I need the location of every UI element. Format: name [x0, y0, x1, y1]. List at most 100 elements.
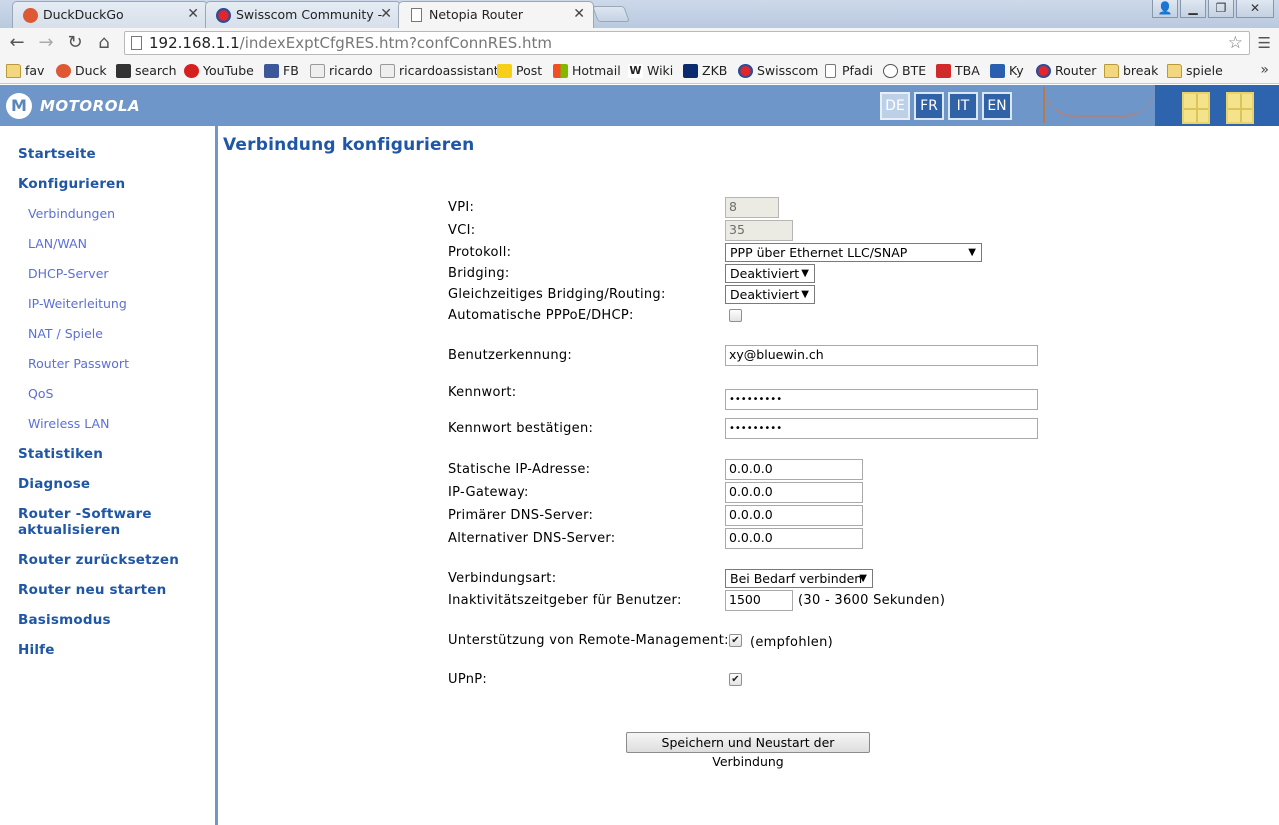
folder-icon — [1167, 64, 1182, 78]
close-tab-icon[interactable]: ✕ — [573, 6, 585, 22]
nav-diagnose[interactable]: Diagnose — [18, 476, 90, 492]
vpi-field[interactable]: 8 — [725, 197, 779, 218]
upnp-checkbox[interactable]: ✔ — [729, 673, 742, 686]
bookmark-zkb[interactable]: ZKB — [683, 62, 727, 80]
username-field[interactable]: xy@bluewin.ch — [725, 345, 1038, 366]
reload-icon[interactable]: ↻ — [64, 32, 86, 53]
bookmark-wiki[interactable]: W Wiki — [628, 62, 673, 80]
nav-software-update-line1[interactable]: Router -Software — [18, 506, 152, 522]
nav-basismodus[interactable]: Basismodus — [18, 612, 111, 628]
nav-verbindungen[interactable]: Verbindungen — [28, 206, 115, 221]
nav-statistiken[interactable]: Statistiken — [18, 446, 103, 462]
back-icon[interactable]: ← — [6, 32, 28, 53]
page-icon — [825, 64, 836, 78]
dns2-label: Alternativer DNS-Server: — [448, 531, 616, 546]
tab-duckduckgo[interactable]: DuckDuckGo ✕ — [12, 1, 208, 28]
bookmark-duck[interactable]: Duck — [56, 62, 107, 80]
verbindungsart-select[interactable]: Bei Bedarf verbinden ▼ — [725, 569, 873, 588]
menu-icon[interactable]: ☰ — [1258, 34, 1271, 52]
dns1-field[interactable]: 0.0.0.0 — [725, 505, 863, 526]
page-info-icon[interactable] — [131, 36, 142, 50]
bookmark-ricardo[interactable]: ricardo — [310, 62, 373, 80]
bookmark-spiele[interactable]: spiele — [1167, 62, 1223, 80]
auto-pppoe-checkbox[interactable] — [729, 309, 742, 322]
nav-dhcp-server[interactable]: DHCP-Server — [28, 266, 109, 281]
nav-router-reset[interactable]: Router zurücksetzen — [18, 552, 179, 568]
minimize-button[interactable]: ▁ — [1180, 0, 1206, 18]
bookmark-tba[interactable]: TBA — [936, 62, 980, 80]
protokoll-label: Protokoll: — [448, 245, 512, 260]
bookmark-hotmail[interactable]: Hotmail — [553, 62, 621, 80]
verbindungsart-label: Verbindungsart: — [448, 571, 557, 586]
bookmark-break[interactable]: break — [1104, 62, 1158, 80]
facebook-icon — [264, 64, 279, 78]
dns2-field[interactable]: 0.0.0.0 — [725, 528, 863, 549]
benutzer-label: Benutzerkennung: — [448, 348, 573, 363]
bridging-routing-select[interactable]: Deaktiviert ▼ — [725, 285, 815, 304]
bookmark-pfadi[interactable]: Pfadi — [823, 62, 873, 80]
gateway-field[interactable]: 0.0.0.0 — [725, 482, 863, 503]
ky-icon — [990, 64, 1005, 78]
nav-ip-weiterleitung[interactable]: IP-Weiterleitung — [28, 296, 127, 311]
nav-hilfe[interactable]: Hilfe — [18, 642, 55, 658]
bookmark-youtube[interactable]: YouTube — [184, 62, 254, 80]
brand-name: MOTOROLA — [40, 97, 141, 115]
gateway-label: IP-Gateway: — [448, 485, 529, 500]
vpi-label: VPI: — [448, 200, 475, 215]
nav-lan-wan[interactable]: LAN/WAN — [28, 236, 87, 251]
home-icon[interactable]: ⌂ — [93, 32, 115, 53]
window-graphic — [1226, 92, 1254, 124]
tab-swisscom[interactable]: Swisscom Community - wl ✕ — [205, 1, 401, 28]
nav-konfigurieren[interactable]: Konfigurieren — [18, 176, 125, 192]
page-title: Verbindung konfigurieren — [223, 135, 475, 155]
sidebar-nav: Startseite Konfigurieren Verbindungen LA… — [0, 126, 215, 825]
dns1-label: Primärer DNS-Server: — [448, 508, 594, 523]
lang-it-button[interactable]: IT — [948, 92, 978, 120]
bookmark-bte[interactable]: BTE — [883, 62, 926, 80]
nav-qos[interactable]: QoS — [28, 386, 53, 401]
bridging-select[interactable]: Deaktiviert ▼ — [725, 264, 815, 283]
bookmark-fav[interactable]: fav — [6, 62, 44, 80]
search-site-icon — [116, 64, 131, 78]
vci-label: VCI: — [448, 223, 476, 238]
bookmark-fb[interactable]: FB — [264, 62, 299, 80]
bookmark-star-icon[interactable]: ☆ — [1228, 32, 1243, 54]
nav-startseite[interactable]: Startseite — [18, 146, 96, 162]
protokoll-select[interactable]: PPP über Ethernet LLC/SNAP ▼ — [725, 243, 982, 262]
bookmark-post[interactable]: Post — [497, 62, 542, 80]
lang-de-button[interactable]: DE — [880, 92, 910, 120]
nav-software-update-line2[interactable]: aktualisieren — [18, 522, 120, 538]
post-icon — [497, 64, 512, 78]
close-tab-icon[interactable]: ✕ — [187, 6, 199, 22]
password-field[interactable]: ••••••••• — [725, 389, 1038, 410]
save-restart-button[interactable]: Speichern und Neustart der Verbindung — [626, 732, 870, 769]
nav-nat-spiele[interactable]: NAT / Spiele — [28, 326, 103, 341]
profile-icon[interactable]: 👤 — [1152, 0, 1178, 18]
forward-icon[interactable]: → — [35, 32, 57, 53]
password-confirm-field[interactable]: ••••••••• — [725, 418, 1038, 439]
bookmark-swisscom[interactable]: Swisscom — [738, 62, 818, 80]
timeout-field[interactable]: 1500 — [725, 590, 793, 611]
bookmark-ricardoassistant[interactable]: ricardoassistant — [380, 62, 499, 80]
remote-mgmt-checkbox[interactable]: ✔ — [729, 634, 742, 647]
vci-field[interactable]: 35 — [725, 220, 793, 241]
nav-router-restart[interactable]: Router neu starten — [18, 582, 166, 598]
bookmark-search[interactable]: search — [116, 62, 177, 80]
lang-fr-button[interactable]: FR — [914, 92, 944, 120]
bookmark-ky[interactable]: Ky — [990, 62, 1024, 80]
tab-netopia-router[interactable]: Netopia Router ✕ — [398, 1, 594, 28]
wikipedia-icon: W — [628, 64, 643, 78]
window-close-button[interactable]: ✕ — [1236, 0, 1274, 18]
static-ip-field[interactable]: 0.0.0.0 — [725, 459, 863, 480]
lang-en-button[interactable]: EN — [982, 92, 1012, 120]
nav-router-passwort[interactable]: Router Passwort — [28, 356, 129, 371]
swisscom-icon — [216, 8, 231, 23]
new-tab-button[interactable] — [592, 6, 630, 22]
restore-button[interactable]: ❐ — [1208, 0, 1234, 18]
more-bookmarks-icon[interactable]: » — [1260, 62, 1269, 78]
nav-wireless-lan[interactable]: Wireless LAN — [28, 416, 109, 431]
address-bar[interactable]: 192.168.1.1/indexExptCfgRES.htm?confConn… — [124, 31, 1250, 55]
close-tab-icon[interactable]: ✕ — [380, 6, 392, 22]
bookmark-router[interactable]: Router — [1036, 62, 1096, 80]
window-graphic — [1182, 92, 1210, 124]
